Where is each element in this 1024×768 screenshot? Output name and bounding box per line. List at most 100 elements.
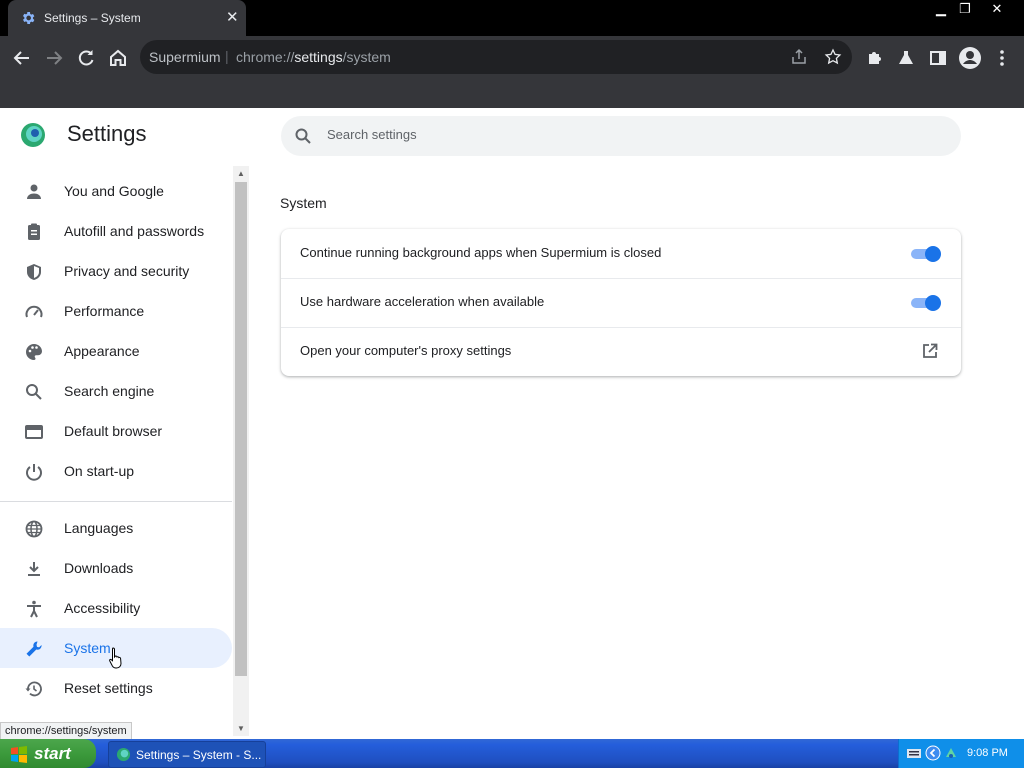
sidebar-divider (0, 501, 232, 502)
scroll-down-arrow-icon[interactable]: ▼ (237, 724, 245, 733)
speedometer-icon (25, 305, 43, 318)
browser-toolbar: Supermium | chrome://settings/system (0, 36, 1024, 108)
sidebar-item-label: Downloads (64, 560, 134, 576)
close-tab-icon[interactable]: ✕ (226, 8, 239, 26)
network-icon[interactable] (943, 745, 959, 761)
sidebar-item-label: Autofill and passwords (64, 223, 205, 239)
sidebar-item-on-start-up[interactable]: On start-up (0, 451, 232, 491)
sidebar-item-search-engine[interactable]: Search engine (0, 371, 232, 411)
labs-flask-icon[interactable] (892, 44, 920, 72)
sidebar-scrollbar[interactable]: ▲ ▼ (233, 166, 249, 736)
sidebar-item-privacy[interactable]: Privacy and security (0, 251, 232, 291)
hand-pointer-cursor-icon (109, 647, 122, 669)
scrollbar-thumb[interactable] (235, 182, 247, 676)
omnibox-separator: | (225, 48, 229, 64)
sidebar-item-label: Languages (64, 520, 134, 536)
setting-row-background-apps[interactable]: Continue running background apps when Su… (281, 229, 961, 278)
palette-icon (26, 344, 42, 360)
setting-label: Continue running background apps when Su… (300, 245, 662, 260)
clipboard-icon (28, 223, 40, 240)
clock: 9:08 PM (967, 747, 1008, 759)
row-divider (281, 327, 961, 328)
search-settings-box[interactable] (281, 116, 961, 156)
site-name: Supermium (149, 49, 221, 65)
address-bar[interactable]: Supermium | chrome://settings/system (140, 40, 852, 74)
sidebar-item-label: Appearance (64, 343, 140, 359)
setting-label: Open your computer's proxy settings (300, 343, 512, 358)
profile-avatar-icon[interactable] (956, 44, 984, 72)
reload-icon[interactable] (72, 44, 100, 72)
hardware-acceleration-toggle[interactable] (909, 294, 943, 312)
setting-row-proxy-settings[interactable]: Open your computer's proxy settings (281, 327, 961, 376)
search-input[interactable] (325, 126, 929, 143)
scroll-up-arrow-icon[interactable]: ▲ (237, 169, 245, 178)
side-panel-icon[interactable] (924, 44, 952, 72)
show-hidden-icons-icon[interactable] (925, 745, 941, 761)
tab-title: Settings – System (44, 11, 141, 25)
supermium-logo-icon (116, 747, 131, 762)
sidebar-item-downloads[interactable]: Downloads (0, 548, 232, 588)
setting-row-hardware-acceleration[interactable]: Use hardware acceleration when available (281, 278, 961, 327)
sidebar-item-languages[interactable]: Languages (0, 508, 232, 548)
url-text: chrome://settings/system (236, 49, 391, 65)
taskbar-item-label: Settings – System - S... (136, 748, 262, 762)
background-apps-toggle[interactable] (909, 245, 943, 263)
gear-icon (23, 12, 35, 24)
page-title: Settings (67, 121, 147, 146)
system-tray: 9:08 PM (898, 739, 1024, 768)
sidebar-item-label: You and Google (64, 183, 164, 199)
home-icon[interactable] (104, 44, 132, 72)
close-window-icon[interactable]: ✕ (984, 0, 1010, 18)
search-icon (26, 384, 42, 400)
forward-icon[interactable] (40, 44, 68, 72)
system-settings-card: Continue running background apps when Su… (281, 229, 961, 376)
sidebar-item-autofill[interactable]: Autofill and passwords (0, 211, 232, 251)
restore-icon[interactable]: ❐ (952, 0, 978, 18)
start-button[interactable]: start (0, 739, 96, 768)
section-title: System (280, 195, 327, 211)
accessibility-icon (27, 600, 41, 618)
minimize-icon[interactable]: ▁ (928, 0, 954, 18)
taskbar-item-browser[interactable]: Settings – System - S... (108, 741, 266, 768)
external-link-icon[interactable] (921, 342, 939, 360)
toggle-knob (925, 246, 941, 262)
sidebar-item-reset-settings[interactable]: Reset settings (0, 668, 232, 708)
sidebar-item-label: Search engine (64, 383, 155, 399)
os-taskbar: start Settings – System - S... 9:08 PM (0, 739, 1024, 768)
bookmark-star-icon[interactable] (824, 48, 842, 66)
toggle-knob (925, 295, 941, 311)
history-icon (25, 681, 42, 697)
start-label: start (34, 744, 71, 763)
sidebar-item-performance[interactable]: Performance (0, 291, 232, 331)
person-icon (27, 184, 41, 199)
share-icon[interactable] (790, 48, 808, 66)
windows-logo-icon (11, 746, 27, 763)
sidebar-item-label: On start-up (64, 463, 135, 479)
sidebar-item-appearance[interactable]: Appearance (0, 331, 232, 371)
browser-titlebar: Settings – System ✕ ▁ ❐ ✕ (0, 0, 1024, 36)
browser-tab[interactable]: Settings – System ✕ (8, 0, 246, 36)
extensions-puzzle-icon[interactable] (860, 44, 888, 72)
search-icon (295, 128, 311, 144)
globe-icon (25, 520, 43, 538)
sidebar-item-label: System (64, 640, 111, 656)
browser-window-icon (25, 425, 43, 439)
supermium-logo-icon (21, 123, 45, 147)
keyboard-icon[interactable] (907, 747, 921, 759)
sidebar-item-accessibility[interactable]: Accessibility (0, 588, 232, 628)
back-icon[interactable] (8, 44, 36, 72)
sidebar-item-you-and-google[interactable]: You and Google (0, 171, 232, 211)
sidebar-item-default-browser[interactable]: Default browser (0, 411, 232, 451)
row-divider (281, 278, 961, 279)
wrench-icon (26, 641, 42, 657)
sidebar-item-label: Reset settings (64, 680, 153, 696)
more-menu-icon[interactable] (988, 44, 1016, 72)
sidebar-item-label: Accessibility (64, 600, 141, 616)
power-icon (26, 464, 42, 481)
setting-label: Use hardware acceleration when available (300, 294, 545, 309)
shield-icon (27, 264, 41, 280)
download-icon (28, 562, 40, 576)
sidebar-item-label: Performance (64, 303, 145, 319)
sidebar-item-label: Default browser (64, 423, 163, 439)
sidebar-item-label: Privacy and security (64, 263, 190, 279)
